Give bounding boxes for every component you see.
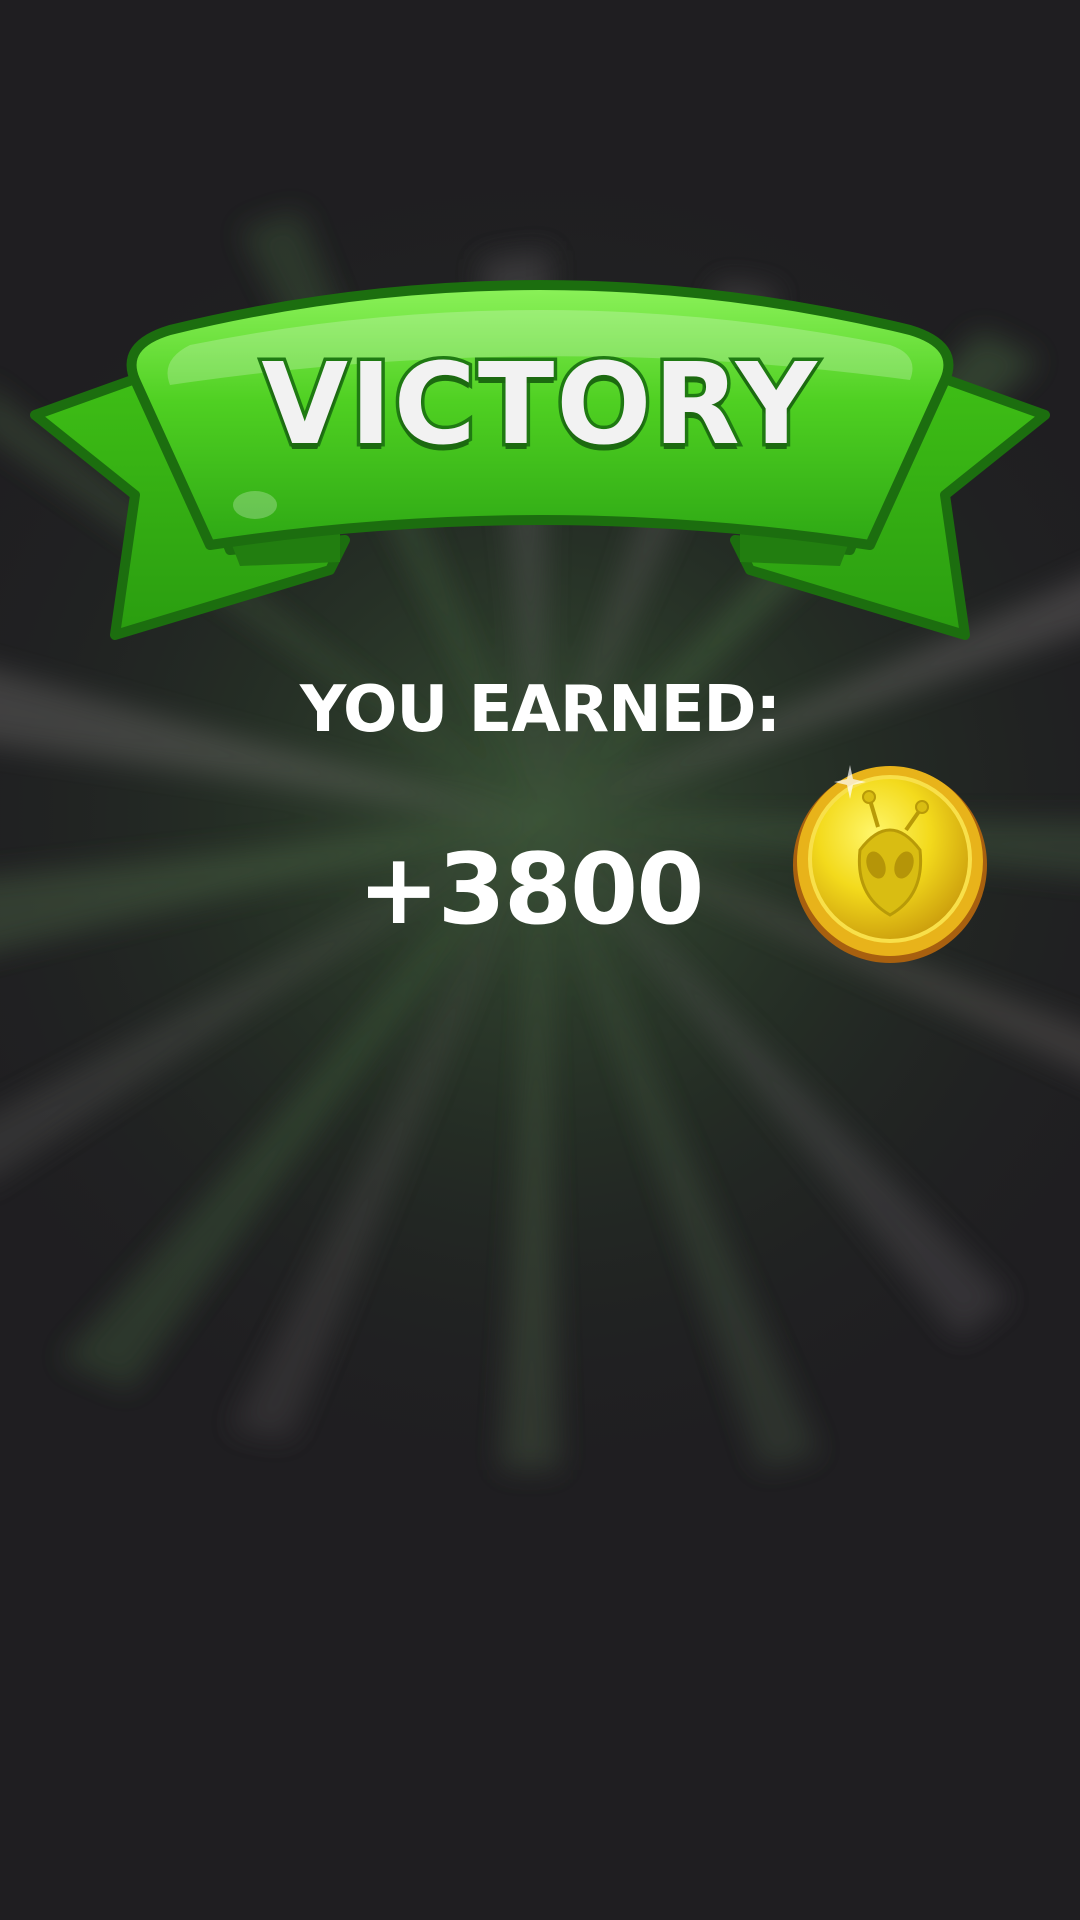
you-earned-label: YOU EARNED: [299,673,781,747]
victory-screen: VICTORY YOU EARNED: +3800 [0,0,1080,1920]
victory-title: VICTORY [258,337,820,474]
alien-coin-icon [793,765,987,963]
reward-amount: +3800 [357,833,705,947]
